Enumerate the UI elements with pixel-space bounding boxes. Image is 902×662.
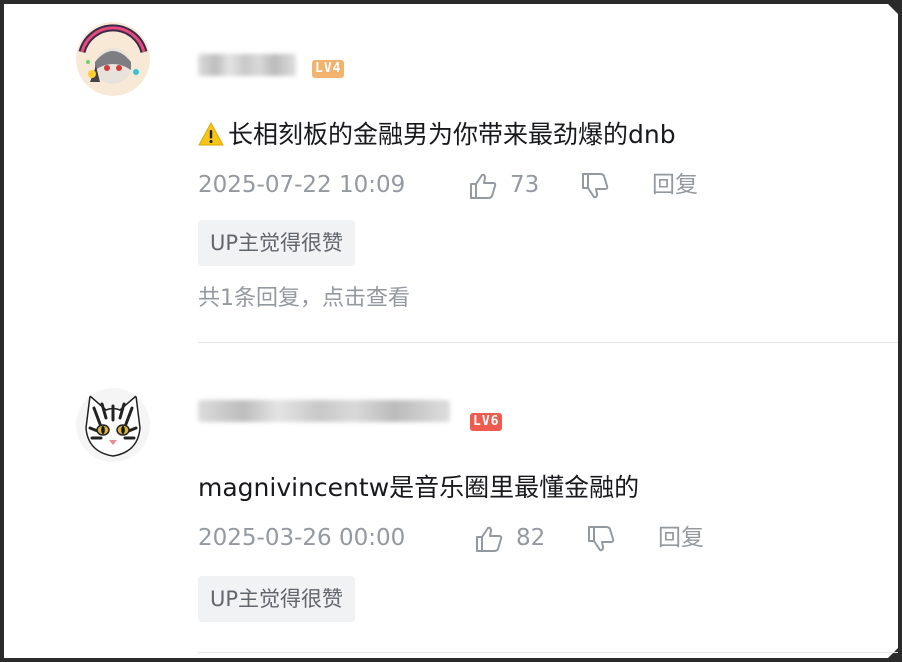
username[interactable] [198,400,450,422]
thumb-down-icon[interactable] [586,525,616,553]
comment-text: magnivincentw是音乐圈里最懂金融的 [198,473,640,502]
comment-date: 2025-07-22 10:09 [198,172,406,198]
level-badge: LV4 [312,60,345,78]
like-count: 82 [516,525,546,551]
like-count: 73 [510,172,540,198]
comment-panel: LV4 长相刻板的金融男为你带来最劲爆的dnb 2025-07-22 10:09… [4,4,898,658]
divider [198,652,898,653]
up-liked-badge: UP主觉得很赞 [198,576,356,622]
warning-icon [198,122,224,146]
corner-decoration [888,648,898,658]
avatar[interactable] [76,388,150,462]
up-liked-badge: UP主觉得很赞 [198,220,356,266]
thumb-down-icon[interactable] [580,172,610,200]
username[interactable] [198,54,296,76]
reply-button[interactable]: 回复 [652,170,698,200]
comment-text: 长相刻板的金融男为你带来最劲爆的dnb [198,115,676,151]
corner-decoration [888,4,898,14]
avatar[interactable] [76,22,150,96]
reply-button[interactable]: 回复 [658,523,704,553]
comment-text-content: 长相刻板的金融男为你带来最劲爆的dnb [228,120,676,149]
view-replies-link[interactable]: 共1条回复，点击查看 [198,280,410,312]
thumb-up-icon[interactable] [468,172,498,200]
comment-date: 2025-03-26 00:00 [198,525,406,551]
thumb-up-icon[interactable] [474,525,504,553]
divider [198,342,898,343]
level-badge: LV6 [470,413,503,431]
